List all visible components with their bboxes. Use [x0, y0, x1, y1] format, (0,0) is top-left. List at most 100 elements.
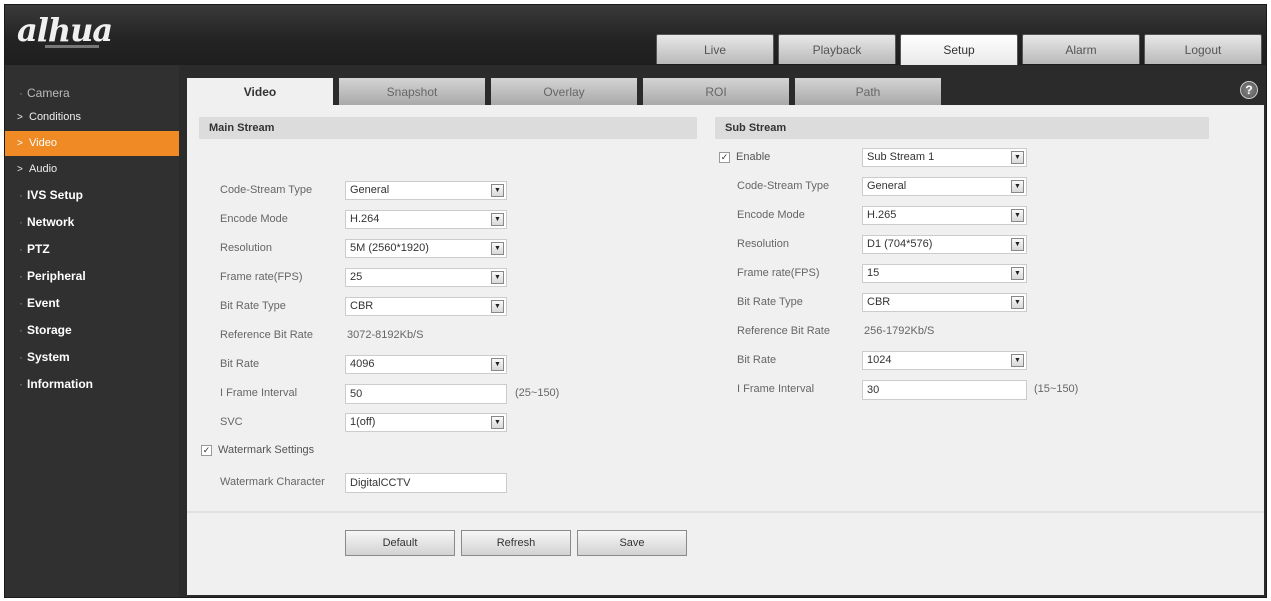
select-value: D1 (704*576) [867, 238, 933, 250]
main-bit-rate-type-label: Bit Rate Type [220, 300, 286, 312]
refresh-button[interactable]: Refresh [461, 530, 571, 556]
bullet-icon: · [19, 296, 23, 310]
subtab-video[interactable]: Video [187, 78, 333, 105]
sub-ref-bit-rate-label: Reference Bit Rate [737, 325, 830, 337]
subtab-overlay[interactable]: Overlay [491, 78, 637, 105]
main-iframe-input[interactable]: 50 [345, 384, 507, 404]
select-value: 5M (2560*1920) [350, 242, 429, 254]
sidebar-item-label: Peripheral [27, 269, 86, 283]
main-frame-rate-select[interactable]: 25 ▼ [345, 268, 507, 287]
sub-frame-rate-label: Frame rate(FPS) [737, 267, 820, 279]
tab-alarm[interactable]: Alarm [1022, 34, 1140, 64]
default-button[interactable]: Default [345, 530, 455, 556]
sidebar-item-label: Network [27, 215, 75, 229]
main-ref-bit-rate-label: Reference Bit Rate [220, 329, 313, 341]
bullet-icon: · [19, 350, 23, 364]
sidebar-item-system[interactable]: · System [5, 344, 179, 371]
sidebar-item-event[interactable]: · Event [5, 290, 179, 317]
sub-stream-header: Sub Stream [715, 117, 1209, 139]
sidebar-item-ivs-setup[interactable]: · IVS Setup [5, 182, 179, 209]
main-resolution-select[interactable]: 5M (2560*1920) ▼ [345, 239, 507, 258]
main-resolution-label: Resolution [220, 242, 272, 254]
watermark-character-label: Watermark Character [220, 476, 325, 488]
logo-underline [45, 45, 99, 48]
subtab-path[interactable]: Path [795, 78, 941, 105]
main-bit-rate-select[interactable]: 4096 ▼ [345, 355, 507, 374]
bullet-icon: · [19, 323, 23, 337]
sub-encode-mode-select[interactable]: H.265 ▼ [862, 206, 1027, 225]
bullet-icon: · [19, 188, 23, 202]
dropdown-arrow-icon: ▼ [1011, 354, 1024, 367]
sub-code-stream-label: Code-Stream Type [737, 180, 830, 192]
settings-panel: Main Stream Code-Stream Type General ▼ En… [187, 105, 1264, 595]
select-value: General [350, 184, 390, 196]
tab-playback[interactable]: Playback [778, 34, 896, 64]
select-value: Sub Stream 1 [867, 151, 935, 163]
main-bit-rate-type-select[interactable]: CBR ▼ [345, 297, 507, 316]
sub-iframe-range: (15~150) [1034, 383, 1079, 395]
select-value: 25 [350, 271, 363, 283]
sidebar-item-storage[interactable]: · Storage [5, 317, 179, 344]
checkbox-checked-icon: ✓ [719, 151, 730, 163]
sub-ref-bit-rate-value: 256-1792Kb/S [864, 325, 935, 337]
watermark-checkbox[interactable]: ✓ Watermark Settings [201, 444, 314, 456]
sidebar-item-network[interactable]: · Network [5, 209, 179, 236]
main-svc-select[interactable]: 1(off) ▼ [345, 413, 507, 432]
subtab-snapshot[interactable]: Snapshot [339, 78, 485, 105]
sidebar-item-information[interactable]: · Information [5, 371, 179, 398]
sidebar-item-label: Video [29, 137, 57, 149]
bullet-icon: · [19, 215, 23, 229]
sidebar: · Camera > Conditions > Video > Audio · IVS S… [5, 65, 179, 597]
dropdown-arrow-icon: ▼ [491, 271, 504, 284]
dahua-logo: alhua [17, 11, 113, 49]
main-encode-mode-select[interactable]: H.264 ▼ [345, 210, 507, 229]
bullet-icon: · [19, 86, 23, 100]
sub-frame-rate-select[interactable]: 15 ▼ [862, 264, 1027, 283]
sidebar-item-label: Storage [27, 323, 72, 337]
sidebar-item-label: PTZ [27, 242, 50, 256]
sidebar-item-label: Conditions [29, 111, 81, 123]
sidebar-item-label: Audio [29, 163, 58, 175]
main-code-stream-select[interactable]: General ▼ [345, 181, 507, 200]
dropdown-arrow-icon: ▼ [1011, 267, 1024, 280]
main-stream-header: Main Stream [199, 117, 697, 139]
checkbox-label: Watermark Settings [218, 444, 315, 456]
sidebar-sub-audio[interactable]: > Audio [5, 157, 179, 182]
sub-stream-select[interactable]: Sub Stream 1 ▼ [862, 148, 1027, 167]
help-icon[interactable]: ? [1240, 81, 1258, 99]
main-encode-mode-label: Encode Mode [220, 213, 288, 225]
sub-iframe-label: I Frame Interval [737, 383, 815, 395]
sidebar-item-camera[interactable]: · Camera [5, 81, 179, 105]
content-area: Video Snapshot Overlay ROI Path ? Main S… [179, 65, 1266, 597]
sub-code-stream-select[interactable]: General ▼ [862, 177, 1027, 196]
select-value: H.264 [350, 213, 380, 225]
sidebar-sub-video[interactable]: > Video [5, 131, 179, 156]
sub-enable-checkbox[interactable]: ✓ Enable [719, 151, 770, 163]
sub-iframe-input[interactable]: 30 [862, 380, 1027, 400]
divider [187, 511, 1264, 513]
dropdown-arrow-icon: ▼ [1011, 238, 1024, 251]
watermark-character-input[interactable]: DigitalCCTV [345, 473, 507, 493]
sidebar-item-ptz[interactable]: · PTZ [5, 236, 179, 263]
tab-logout[interactable]: Logout [1144, 34, 1262, 64]
checkbox-checked-icon: ✓ [201, 444, 212, 456]
sidebar-item-label: IVS Setup [27, 188, 84, 202]
dropdown-arrow-icon: ▼ [491, 416, 504, 429]
sub-resolution-select[interactable]: D1 (704*576) ▼ [862, 235, 1027, 254]
chevron-right-icon: > [17, 112, 23, 123]
sidebar-sub-conditions[interactable]: > Conditions [5, 105, 179, 130]
sub-bit-rate-select[interactable]: 1024 ▼ [862, 351, 1027, 370]
select-value: General [867, 180, 907, 192]
sub-tabs: Video Snapshot Overlay ROI Path [187, 78, 941, 105]
save-button[interactable]: Save [577, 530, 687, 556]
tab-setup[interactable]: Setup [900, 34, 1018, 65]
sidebar-item-peripheral[interactable]: · Peripheral [5, 263, 179, 290]
dropdown-arrow-icon: ▼ [491, 358, 504, 371]
subtab-roi[interactable]: ROI [643, 78, 789, 105]
main-frame-rate-label: Frame rate(FPS) [220, 271, 303, 283]
select-value: CBR [350, 300, 374, 312]
sub-bit-rate-type-select[interactable]: CBR ▼ [862, 293, 1027, 312]
bullet-icon: · [19, 377, 23, 391]
dropdown-arrow-icon: ▼ [1011, 296, 1024, 309]
tab-live[interactable]: Live [656, 34, 774, 64]
